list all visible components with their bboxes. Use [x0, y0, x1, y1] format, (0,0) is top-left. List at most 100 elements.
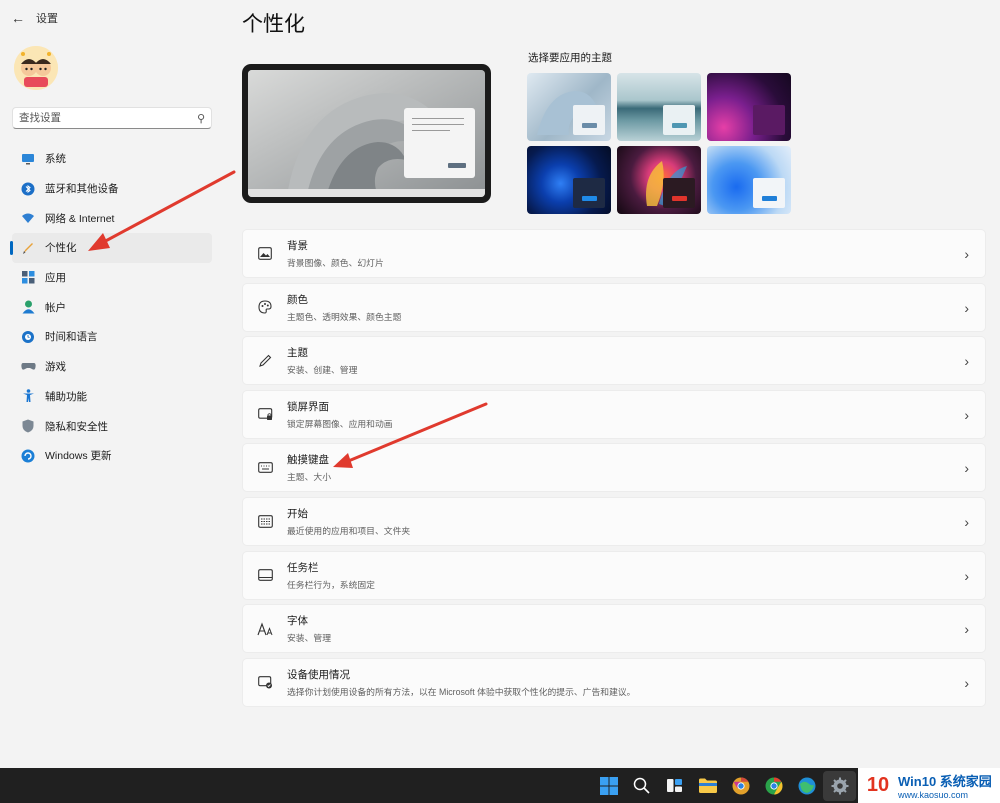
- sidebar-item-accessibility[interactable]: 辅助功能: [12, 382, 212, 412]
- theme-grid: [527, 73, 791, 214]
- setting-title: 字体: [287, 615, 308, 628]
- sidebar-item-time-language[interactable]: 时间和语言: [12, 322, 212, 352]
- sidebar-item-bluetooth[interactable]: 蓝牙和其他设备: [12, 174, 212, 204]
- sidebar-item-label: 蓝牙和其他设备: [45, 183, 119, 196]
- chevron-right-icon: ›: [964, 299, 969, 316]
- nav-list: 系统 蓝牙和其他设备 网络 & Internet 个性化 应用 帐户 时间和语言: [10, 144, 212, 471]
- setting-lock-screen[interactable]: 锁屏界面 锁定屏幕图像、应用和动画 ›: [242, 389, 986, 439]
- sidebar-item-network[interactable]: 网络 & Internet: [12, 203, 212, 233]
- watermark-logo: 10: [866, 774, 890, 796]
- account-icon: [20, 299, 36, 315]
- chevron-right-icon: ›: [964, 513, 969, 530]
- taskbar-search-button[interactable]: [625, 768, 658, 803]
- desktop-preview-image: [248, 70, 485, 197]
- sidebar-item-label: 个性化: [45, 242, 77, 255]
- setting-fonts[interactable]: 字体安装、管理 ›: [242, 604, 986, 654]
- theme-light-bloom[interactable]: [527, 73, 611, 141]
- theme-dark-bloom[interactable]: [527, 146, 611, 214]
- keyboard-icon: [257, 460, 273, 476]
- back-button[interactable]: ←: [0, 0, 36, 36]
- chrome-canary-button[interactable]: [724, 768, 757, 803]
- page-title: 个性化: [242, 13, 305, 36]
- gear-icon: [831, 777, 848, 794]
- bluetooth-icon: [20, 181, 36, 197]
- setting-subtitle: 选择你计划使用设备的所有方法，以在 Microsoft 体验中获取个性化的提示、…: [287, 686, 636, 697]
- shield-icon: [20, 418, 36, 434]
- pen-icon: [257, 353, 273, 369]
- monitor-icon: [20, 151, 36, 167]
- sidebar-item-apps[interactable]: 应用: [12, 263, 212, 293]
- sidebar-item-label: 网络 & Internet: [45, 212, 115, 225]
- folder-icon: [698, 778, 717, 793]
- theme-flow[interactable]: [617, 146, 701, 214]
- browser-globe-icon: [798, 777, 815, 794]
- sidebar-item-accounts[interactable]: 帐户: [12, 292, 212, 322]
- setting-touch-keyboard[interactable]: 触摸键盘 主题、大小 ›: [242, 443, 986, 493]
- sidebar-item-personalization[interactable]: 个性化: [10, 233, 212, 263]
- task-view-button[interactable]: [658, 768, 691, 803]
- setting-subtitle: 安装、创建、管理: [287, 365, 358, 376]
- font-icon: [257, 621, 273, 637]
- setting-subtitle: 最近使用的应用和项目、文件夹: [287, 525, 411, 536]
- sidebar-item-label: 隐私和安全性: [45, 420, 108, 433]
- watermark: 10 Win10 系统家园 www.kaosuo.com: [858, 768, 1000, 803]
- chevron-right-icon: ›: [964, 621, 969, 638]
- setting-taskbar[interactable]: 任务栏 任务栏行为，系统固定 ›: [242, 550, 986, 600]
- search-icon[interactable]: ⚲: [197, 112, 205, 125]
- lock-screen-icon: [257, 406, 273, 422]
- sidebar-item-privacy[interactable]: 隐私和安全性: [12, 411, 212, 441]
- device-usage-icon: [257, 674, 273, 690]
- theme-glow[interactable]: [617, 73, 701, 141]
- theme-preview: [242, 64, 491, 203]
- setting-background[interactable]: 背景 背景图像、颜色、幻灯片 ›: [242, 229, 986, 278]
- back-arrow-icon: ←: [11, 10, 25, 26]
- theme-windows-light[interactable]: [707, 146, 791, 214]
- sidebar-item-label: 游戏: [45, 361, 66, 374]
- sidebar-item-windows-update[interactable]: Windows 更新: [12, 441, 212, 471]
- setting-start[interactable]: 开始最近使用的应用和项目、文件夹 ›: [242, 496, 986, 546]
- watermark-url: www.kaosuo.com: [898, 790, 969, 800]
- setting-title: 触摸键盘: [287, 454, 329, 467]
- file-explorer-button[interactable]: [691, 768, 724, 803]
- avatar-cartoon-icon: [14, 46, 58, 90]
- setting-title: 背景: [287, 240, 308, 252]
- avatar[interactable]: [14, 46, 58, 90]
- search-box[interactable]: ⚲: [12, 107, 212, 129]
- themes-label: 选择要应用的主题: [528, 52, 612, 64]
- setting-subtitle: 锁定屏幕图像、应用和动画: [287, 418, 393, 429]
- taskbar-icon: [257, 567, 273, 583]
- chevron-right-icon: ›: [964, 567, 969, 584]
- preview-taskbar: [248, 189, 485, 197]
- setting-title: 开始: [287, 507, 308, 520]
- settings-app-button[interactable]: [823, 770, 856, 801]
- chevron-right-icon: ›: [964, 246, 969, 262]
- setting-themes[interactable]: 主题安装、创建、管理 ›: [242, 336, 986, 386]
- setting-title: 主题: [287, 347, 308, 360]
- app-title: 设置: [36, 13, 58, 25]
- chevron-right-icon: ›: [964, 353, 969, 370]
- setting-title: 设备使用情况: [287, 668, 350, 681]
- setting-subtitle: 主题、大小: [287, 472, 331, 483]
- sidebar-item-label: 系统: [45, 153, 66, 166]
- taskbar-icons: [592, 768, 856, 803]
- title-bar: ← 设置: [0, 0, 240, 36]
- sidebar: ⚲ 系统 蓝牙和其他设备 网络 & Internet 个性化 应用 帐户: [0, 36, 226, 768]
- setting-title: 颜色: [287, 293, 308, 306]
- chrome-icon: [765, 777, 783, 794]
- start-button[interactable]: [592, 768, 625, 803]
- sidebar-item-label: 帐户: [45, 301, 66, 314]
- setting-device-usage[interactable]: 设备使用情况选择你计划使用设备的所有方法，以在 Microsoft 体验中获取个…: [242, 657, 986, 707]
- sidebar-item-system[interactable]: 系统: [12, 144, 212, 174]
- chrome-button[interactable]: [757, 768, 790, 803]
- edge-button[interactable]: [790, 768, 823, 803]
- sidebar-item-label: 辅助功能: [45, 390, 87, 403]
- setting-colors[interactable]: 颜色 主题色、透明效果、颜色主题 ›: [242, 282, 986, 332]
- task-view-icon: [667, 779, 682, 792]
- setting-title: 锁屏界面: [287, 400, 329, 413]
- search-input[interactable]: [19, 112, 197, 124]
- sidebar-item-label: 时间和语言: [45, 331, 98, 344]
- chevron-right-icon: ›: [964, 674, 969, 691]
- setting-subtitle: 安装、管理: [287, 633, 331, 644]
- theme-captured-motion[interactable]: [707, 73, 791, 141]
- sidebar-item-gaming[interactable]: 游戏: [12, 352, 212, 382]
